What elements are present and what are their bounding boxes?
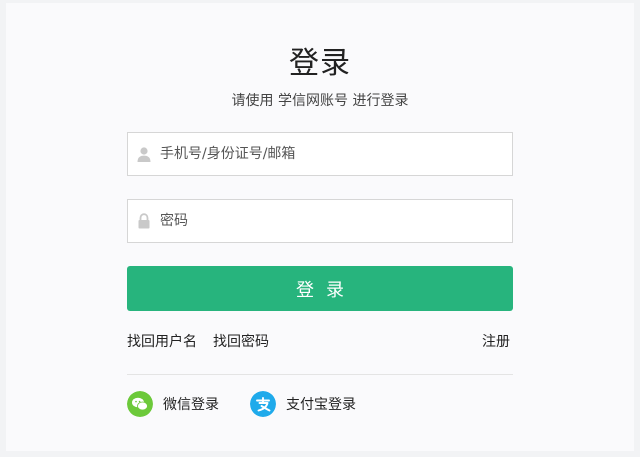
find-username-link[interactable]: 找回用户名 bbox=[127, 331, 197, 351]
user-icon bbox=[137, 147, 151, 162]
username-input[interactable] bbox=[160, 133, 500, 175]
page-title: 登录 bbox=[289, 46, 351, 81]
register-link[interactable]: 注册 bbox=[482, 331, 510, 351]
wechat-login-button[interactable]: 微信登录 bbox=[127, 391, 219, 417]
alipay-icon bbox=[250, 391, 276, 417]
divider bbox=[127, 374, 513, 375]
wechat-icon bbox=[127, 391, 153, 417]
password-input[interactable] bbox=[160, 200, 500, 242]
alipay-login-label: 支付宝登录 bbox=[286, 397, 356, 413]
login-button[interactable]: 登录 bbox=[127, 266, 513, 311]
page-subtitle: 请使用 学信网账号 进行登录 bbox=[231, 93, 409, 109]
wechat-login-label: 微信登录 bbox=[163, 397, 219, 413]
username-field[interactable] bbox=[127, 132, 513, 176]
password-field[interactable] bbox=[127, 199, 513, 243]
find-password-link[interactable]: 找回密码 bbox=[213, 331, 269, 351]
alipay-login-button[interactable]: 支付宝登录 bbox=[250, 391, 356, 417]
lock-icon bbox=[138, 213, 150, 229]
